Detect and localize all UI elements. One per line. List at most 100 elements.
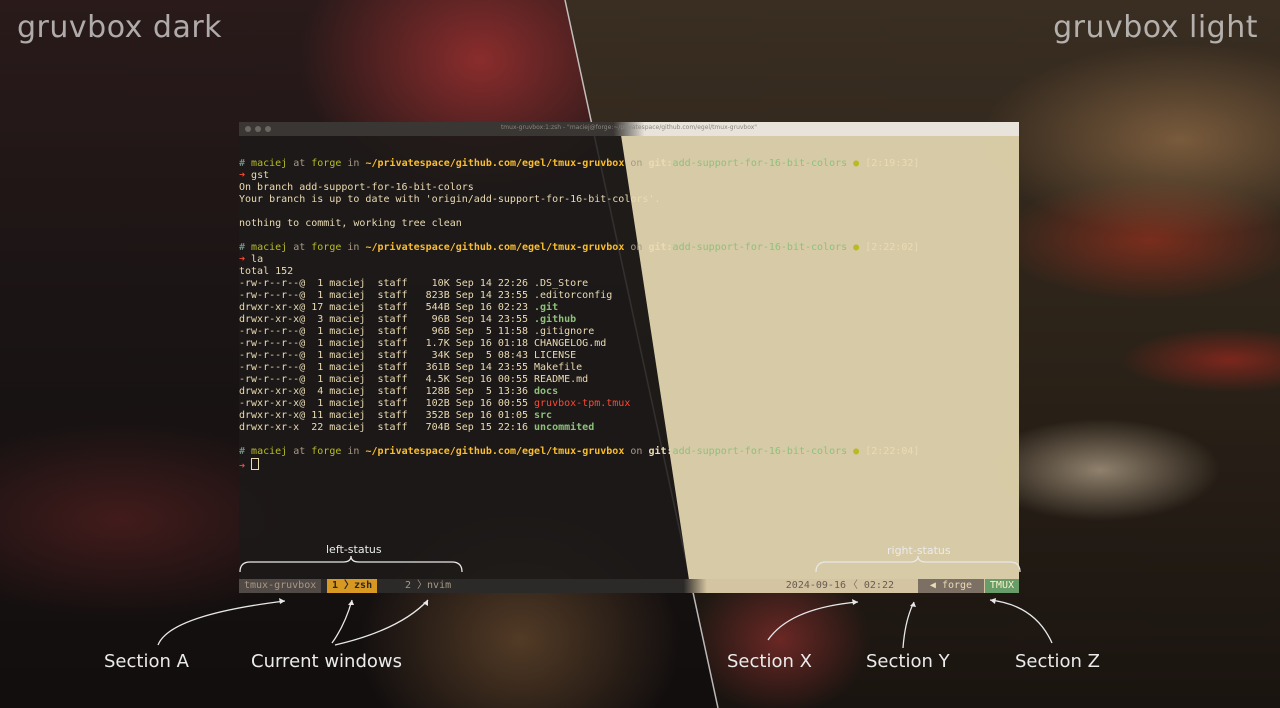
listing-row: drwxr-xr-x@ 17 maciej staff 544B Sep 16 … [239,302,1019,314]
listing-meta: -rw-r--r--@ 1 maciej staff 361B Sep 14 2… [239,362,535,373]
listing-filename: LICENSE [534,350,577,361]
prompt-path: ~/privatespace/github.com/egel/tmux-gruv… [365,242,625,253]
git-status-dot: ● [847,242,866,253]
prompt-at: at [287,446,312,457]
listing-meta: -rw-r--r--@ 1 maciej staff 10K Sep 14 22… [239,278,535,289]
prompt-arrow-icon: ➜ [239,254,252,265]
prompt-user: maciej [251,446,288,457]
output-line: total 152 [239,266,1019,278]
listing-row: -rw-r--r--@ 1 maciej staff 10K Sep 14 22… [239,278,1019,290]
prompt-in: in [341,242,366,253]
prompt-user: maciej [251,242,288,253]
prompt-time: [2:22:02] [865,242,920,253]
listing-meta: -rw-r--r--@ 1 maciej staff 34K Sep 5 08:… [239,350,535,361]
listing-filename: gruvbox-tpm.tmux [534,398,631,409]
status-time-value: 02:22 [863,580,894,591]
prompt-time: [2:19:32] [865,158,920,169]
terminal-window[interactable]: tmux-gruvbox:1:zsh - "maciej@forge:~/pri… [239,122,1019,593]
label-section-a: Section A [104,651,189,672]
status-time: 〈 02:22 [843,579,899,593]
listing-meta: drwxr-xr-x 22 maciej staff 704B Sep 15 2… [239,422,535,433]
prompt-branch: add-support-for-16-bit-colors [672,446,848,457]
git-status-dot: ● [847,446,866,457]
prompt-hash: # [239,242,252,253]
output-text: nothing to commit, working tree clean [239,218,462,229]
prompt-at: at [287,158,312,169]
listing-meta: -rw-r--r--@ 1 maciej staff 823B Sep 14 2… [239,290,535,301]
listing-row: drwxr-xr-x@ 11 maciej staff 352B Sep 16 … [239,410,1019,422]
command-text: gst [251,170,270,181]
prompt-arrow-icon: ➜ [239,170,252,181]
listing-filename: .DS_Store [534,278,589,289]
git-status-dot: ● [847,158,866,169]
listing-meta: drwxr-xr-x@ 3 maciej staff 96B Sep 14 23… [239,314,535,325]
listing-filename: docs [534,386,559,397]
listing-filename: .github [534,314,577,325]
prompt-host: forge [311,446,342,457]
listing-meta: -rw-r--r--@ 1 maciej staff 1.7K Sep 16 0… [239,338,535,349]
output-line: Your branch is up to date with 'origin/a… [239,194,1019,206]
status-host-value: forge [941,580,973,591]
prompt-in: in [341,446,366,457]
status-window-other[interactable]: 2 〉nvim [400,579,456,593]
output-text: Your branch is up to date with 'origin/a… [239,194,661,205]
prompt-git-label: git: [648,242,673,253]
prompt-host: forge [311,242,342,253]
theme-label-light: gruvbox light [1053,10,1258,45]
prompt-hash: # [239,446,252,457]
listing-filename: .git [534,302,559,313]
prompt-path: ~/privatespace/github.com/egel/tmux-gruv… [365,158,625,169]
prompt-branch: add-support-for-16-bit-colors [672,158,848,169]
listing-row: -rw-r--r--@ 1 maciej staff 361B Sep 14 2… [239,362,1019,374]
prompt-line: # maciej at forge in ~/privatespace/gith… [239,158,1019,170]
listing-meta: drwxr-xr-x@ 4 maciej staff 128B Sep 5 13… [239,386,535,397]
status-host-separator: ◀ [929,580,936,591]
status-time-separator: 〈 [847,580,858,591]
label-current-windows: Current windows [251,651,402,672]
terminal-output[interactable]: # maciej at forge in ~/privatespace/gith… [239,146,1019,472]
listing-filename: uncommited [534,422,595,433]
output-line: On branch add-support-for-16-bit-colors [239,182,1019,194]
status-tmux-badge: TMUX [984,579,1019,593]
prompt-line: # maciej at forge in ~/privatespace/gith… [239,242,1019,254]
listing-row: -rw-r--r--@ 1 maciej staff 1.7K Sep 16 0… [239,338,1019,350]
theme-label-dark: gruvbox dark [17,10,223,45]
listing-meta: drwxr-xr-x@ 11 maciej staff 352B Sep 16 … [239,410,535,421]
listing-row: -rw-r--r--@ 1 maciej staff 823B Sep 14 2… [239,290,1019,302]
listing-filename: CHANGELOG.md [534,338,607,349]
listing-filename: .editorconfig [534,290,613,301]
prompt-line: # maciej at forge in ~/privatespace/gith… [239,446,1019,458]
listing-row: -rw-r--r--@ 1 maciej staff 96B Sep 5 11:… [239,326,1019,338]
command-line: ➜ [239,458,1019,472]
listing-meta: -rw-r--r--@ 1 maciej staff 4.5K Sep 16 0… [239,374,535,385]
listing-row: drwxr-xr-x 22 maciej staff 704B Sep 15 2… [239,422,1019,434]
listing-total: total 152 [239,266,294,277]
label-right-status: right-status [887,544,951,557]
terminal-cursor[interactable] [251,458,260,470]
prompt-git-label: git: [648,158,673,169]
prompt-on: on [624,158,649,169]
status-session-name: tmux-gruvbox [239,579,322,593]
prompt-time: [2:22:04] [865,446,920,457]
listing-meta: -rw-r--r--@ 1 maciej staff 96B Sep 5 11:… [239,326,535,337]
window-titlebar[interactable]: tmux-gruvbox:1:zsh - "maciej@forge:~/pri… [239,122,1019,136]
listing-filename: .gitignore [534,326,595,337]
listing-filename: src [534,410,553,421]
label-left-status: left-status [326,543,382,556]
prompt-on: on [624,446,649,457]
status-hostname: ◀ forge [918,579,984,593]
prompt-host: forge [311,158,342,169]
label-section-x: Section X [727,651,812,672]
status-window-current[interactable]: 1 〉zsh [327,579,378,593]
output-line: nothing to commit, working tree clean [239,218,1019,230]
prompt-on: on [624,242,649,253]
prompt-user: maciej [251,158,288,169]
prompt-in: in [341,158,366,169]
listing-filename: README.md [534,374,589,385]
window-title: tmux-gruvbox:1:zsh - "maciej@forge:~/pri… [500,124,758,131]
listing-filename: Makefile [534,362,583,373]
